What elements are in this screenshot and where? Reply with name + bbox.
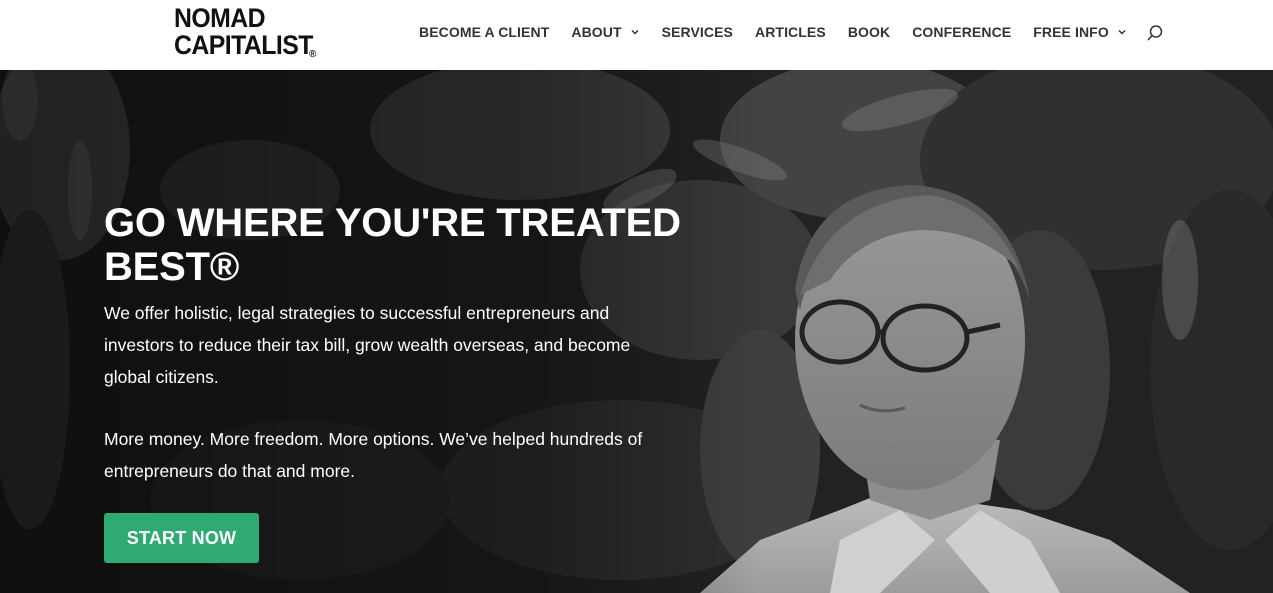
chevron-down-icon (1118, 29, 1126, 35)
nav-become-a-client[interactable]: BECOME A CLIENT (419, 24, 549, 40)
chevron-down-icon (631, 29, 639, 35)
nav-label: ABOUT (571, 24, 622, 40)
nav-about[interactable]: ABOUT (571, 24, 639, 40)
nav-book[interactable]: BOOK (848, 24, 890, 40)
site-logo[interactable]: NOMAD CAPITALIST ® (174, 5, 324, 63)
hero-section: GO WHERE YOU'RE TREATED BEST® We offer h… (0, 70, 1273, 593)
nav-label: FREE INFO (1033, 24, 1109, 40)
logo-line-1: NOMAD (174, 3, 266, 33)
nav-label: SERVICES (661, 24, 733, 40)
nav-free-info[interactable]: FREE INFO (1033, 24, 1127, 40)
nav-services[interactable]: SERVICES (662, 24, 733, 40)
hero-paragraph-1: We offer holistic, legal strategies to s… (104, 303, 631, 387)
hero-title: GO WHERE YOU'RE TREATED BEST® (104, 201, 681, 289)
nav-conference[interactable]: CONFERENCE (912, 24, 1011, 40)
nav-articles[interactable]: ARTICLES (755, 24, 826, 40)
start-now-button[interactable]: START NOW (104, 513, 259, 563)
nav-label: CONFERENCE (912, 24, 1012, 40)
main-nav: BECOME A CLIENT ABOUT SERVICES ARTICLES … (419, 0, 1164, 64)
site-header: NOMAD CAPITALIST ® BECOME A CLIENT ABOUT… (0, 0, 1273, 70)
logo-line-2: CAPITALIST (174, 30, 313, 60)
logo-registered-mark: ® (309, 49, 317, 60)
nav-label: BOOK (847, 24, 891, 40)
hero-paragraph-2: More money. More freedom. More options. … (104, 429, 643, 481)
search-icon[interactable] (1146, 24, 1164, 42)
nav-label: ARTICLES (755, 24, 826, 40)
hero-content: GO WHERE YOU'RE TREATED BEST® We offer h… (104, 201, 704, 563)
nav-label: BECOME A CLIENT (419, 24, 550, 40)
